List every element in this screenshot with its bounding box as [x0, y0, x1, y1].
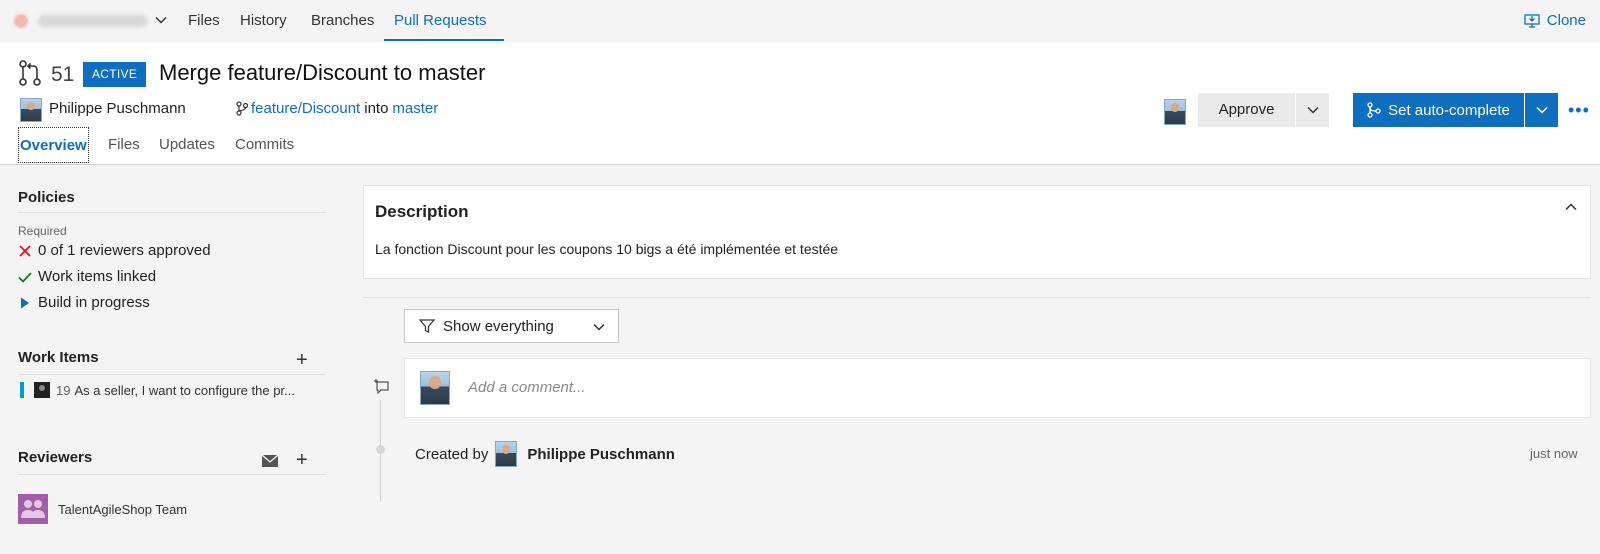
play-icon [21, 297, 29, 308]
filter-label: Show everything [443, 317, 554, 335]
divider [18, 474, 326, 475]
checkmark-icon [18, 271, 32, 283]
policy-item-reviewers[interactable]: 0 of 1 reviewers approved [18, 242, 211, 259]
tab-updates[interactable]: Updates [159, 136, 215, 153]
set-auto-complete-button[interactable]: Set auto-complete [1353, 93, 1524, 127]
nav-tab-pull-requests[interactable]: Pull Requests [394, 12, 487, 29]
clone-label: Clone [1546, 12, 1586, 29]
project-logo [14, 14, 28, 28]
reviewer-name[interactable]: TalentAgileShop Team [58, 502, 187, 517]
project-selector[interactable] [14, 11, 167, 31]
timestamp: just now [1530, 446, 1578, 461]
chevron-up-icon[interactable] [1564, 200, 1578, 214]
creator-avatar [495, 441, 518, 467]
created-event: Created by Philippe Puschmann [415, 441, 675, 467]
comment-input[interactable]: Add a comment... [468, 379, 586, 396]
divider [18, 212, 326, 213]
team-avatar [18, 494, 48, 524]
approve-dropdown-button[interactable] [1296, 93, 1329, 127]
approve-button[interactable]: Approve [1198, 93, 1295, 127]
branch-info: feature/Discount into master [236, 100, 438, 117]
chevron-down-icon[interactable] [154, 13, 168, 27]
created-prefix: Created by [415, 445, 489, 463]
set-auto-complete-label: Set auto-complete [1388, 101, 1510, 119]
description-title: Description [375, 202, 469, 221]
auto-complete-dropdown-button[interactable] [1525, 93, 1558, 127]
creator-name: Philippe Puschmann [527, 445, 675, 463]
nav-tab-branches[interactable]: Branches [311, 12, 374, 29]
tab-files[interactable]: Files [108, 136, 140, 153]
filter-icon [419, 319, 435, 333]
into-text: into [364, 100, 389, 117]
work-items-title: Work Items [18, 349, 99, 366]
filter-dropdown[interactable]: Show everything [404, 309, 619, 343]
tab-commits[interactable]: Commits [235, 136, 294, 153]
divider [363, 297, 1591, 298]
clone-icon [1524, 14, 1540, 28]
nav-tab-files[interactable]: Files [188, 12, 220, 29]
close-icon [19, 244, 31, 257]
top-navigation: Files History Branches Pull Requests Clo… [0, 0, 1600, 42]
timeline-dot [376, 445, 385, 454]
team-icon [21, 500, 45, 518]
required-label: Required [18, 224, 67, 238]
policy-item-build[interactable]: Build in progress [18, 294, 150, 311]
work-item-title: As a seller, I want to configure the pr.… [74, 382, 295, 398]
branch-icon [236, 101, 248, 116]
work-item-assignee-avatar [34, 382, 50, 398]
author-avatar [20, 98, 42, 122]
work-item-type-bar [20, 382, 24, 398]
comment-add-icon [374, 379, 389, 394]
nav-tab-history[interactable]: History [240, 12, 287, 29]
mail-icon[interactable] [262, 455, 278, 467]
policy-label: Build in progress [38, 294, 150, 311]
pull-request-icon [19, 60, 41, 86]
add-work-item-icon[interactable]: + [296, 350, 308, 370]
chevron-down-icon [1306, 106, 1319, 114]
divider [18, 374, 326, 375]
policy-label: 0 of 1 reviewers approved [38, 242, 211, 259]
more-actions-button[interactable]: ••• [1568, 100, 1590, 121]
clone-button[interactable]: Clone [1524, 12, 1586, 29]
description-card: Description La fonction Discount pour le… [363, 185, 1591, 279]
source-branch-link[interactable]: feature/Discount [251, 100, 360, 117]
current-user-avatar [1164, 99, 1186, 125]
description-text: La fonction Discount pour les coupons 10… [375, 241, 839, 257]
pr-header: 51 ACTIVE Merge feature/Discount to mast… [0, 42, 1600, 165]
active-tab-indicator [384, 39, 504, 41]
user-avatar [420, 371, 450, 405]
pr-number: 51 [51, 63, 75, 86]
comment-box[interactable]: Add a comment... [404, 358, 1591, 418]
chevron-down-icon [1535, 106, 1548, 114]
policy-item-work-items[interactable]: Work items linked [18, 268, 156, 285]
add-reviewer-icon[interactable]: + [296, 450, 308, 470]
chevron-down-icon [593, 323, 605, 331]
status-badge: ACTIVE [83, 62, 147, 87]
reviewers-title: Reviewers [18, 449, 93, 466]
target-branch-link[interactable]: master [392, 100, 438, 117]
author-name: Philippe Puschmann [49, 100, 186, 117]
tab-overview[interactable]: Overview [18, 127, 89, 163]
project-name-blurred [38, 15, 148, 27]
work-item-id: 19 [56, 382, 71, 398]
page-title: Merge feature/Discount to master [159, 60, 486, 85]
policies-title: Policies [18, 189, 75, 206]
work-item[interactable]: 19 As a seller, I want to configure the … [20, 382, 295, 398]
policy-label: Work items linked [38, 268, 157, 285]
merge-icon [1367, 102, 1381, 118]
